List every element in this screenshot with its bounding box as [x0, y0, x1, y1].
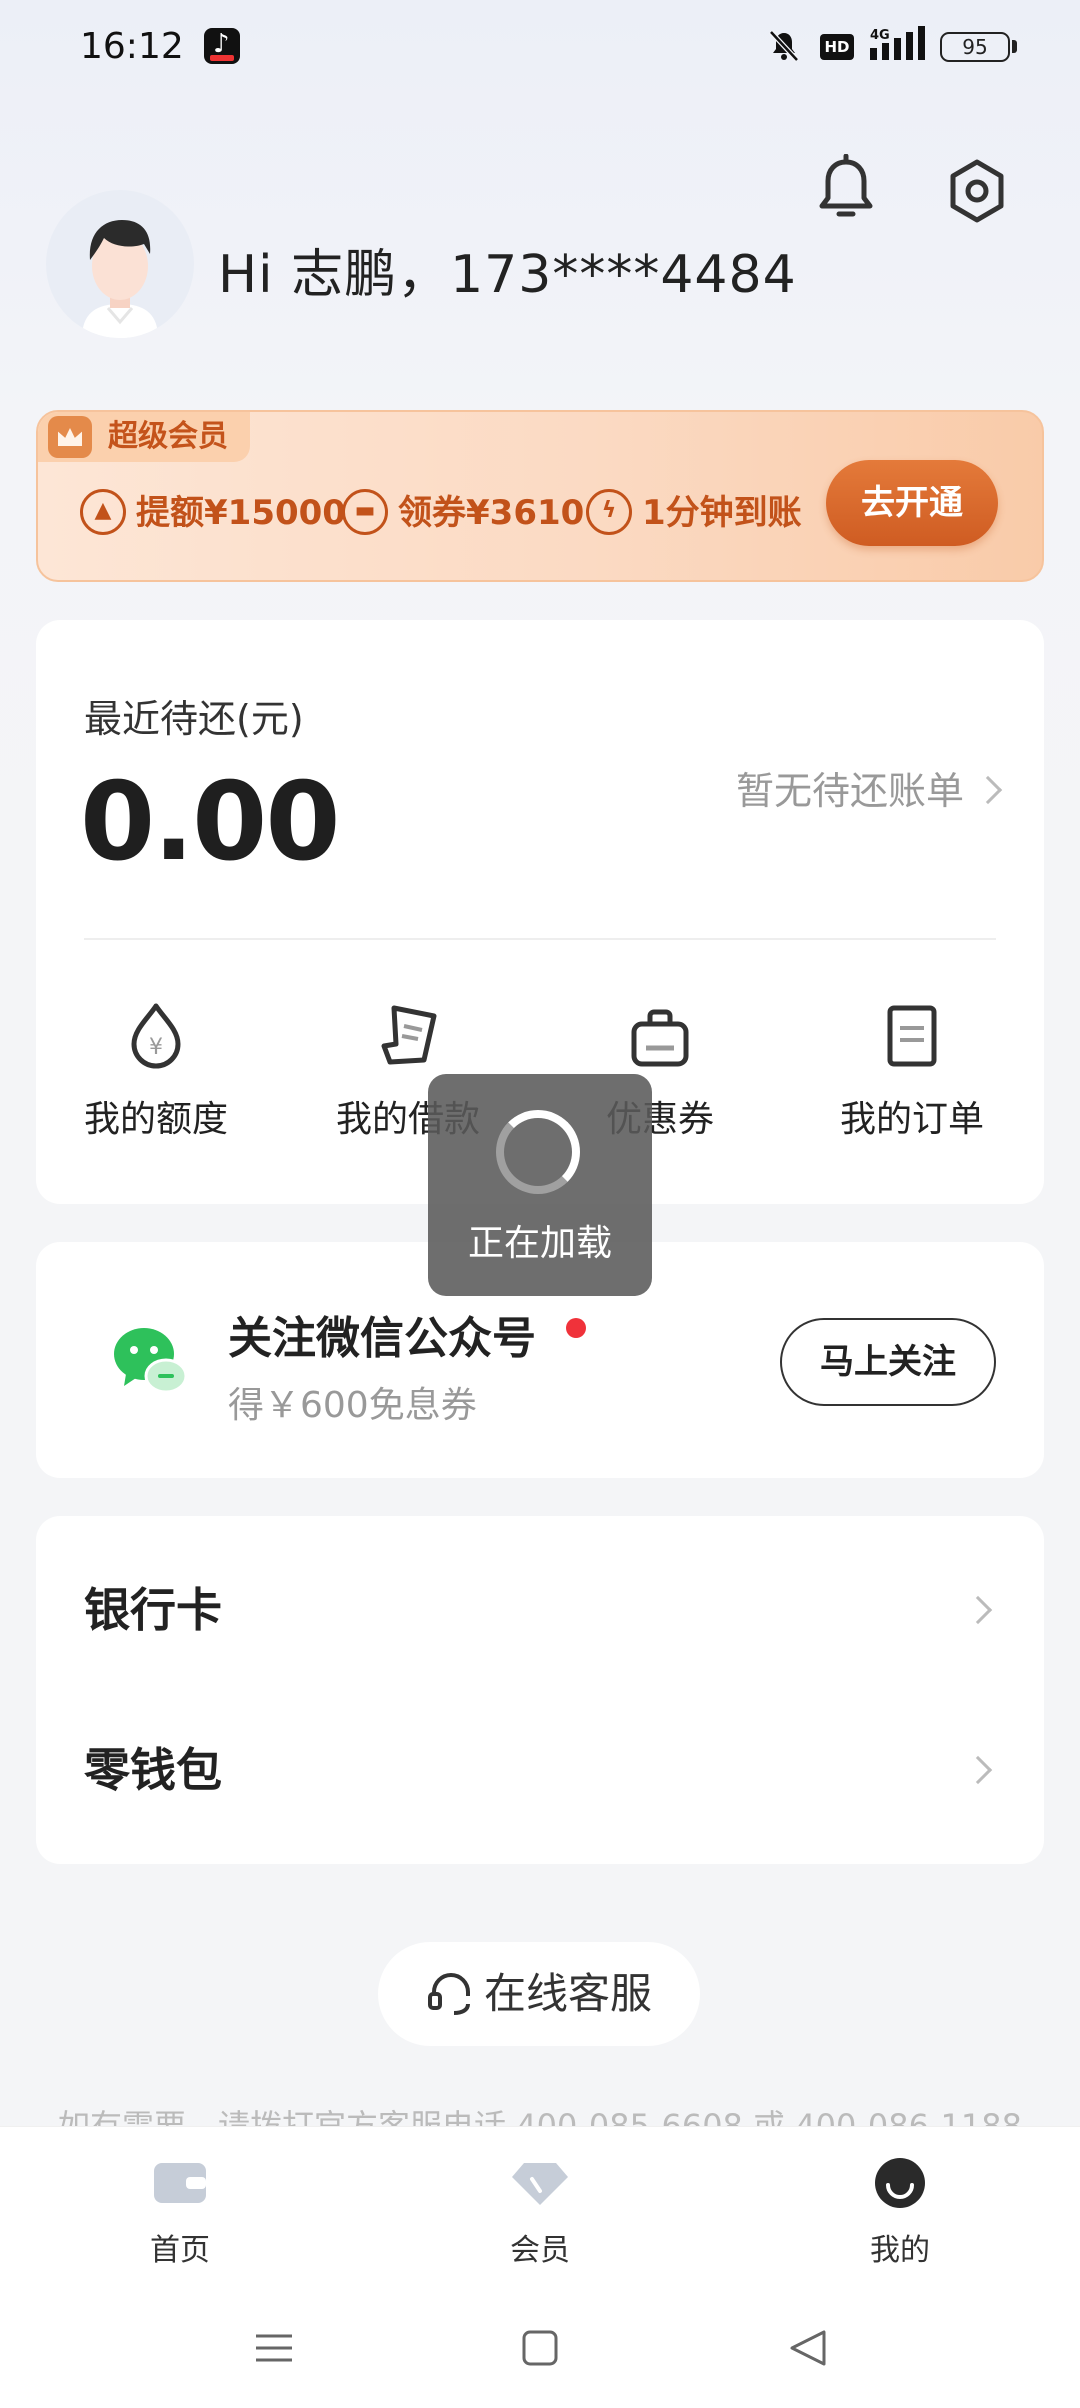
svg-text:4G: 4G — [870, 28, 890, 43]
battery-level: 95 — [962, 35, 988, 59]
spinner-icon — [496, 1110, 580, 1194]
change-wallet-row[interactable]: 零钱包 — [84, 1730, 1004, 1810]
change-wallet-label: 零钱包 — [84, 1743, 222, 1797]
chevron-right-icon — [963, 1595, 993, 1625]
avatar[interactable] — [46, 190, 194, 338]
tiktok-notification-icon — [204, 28, 240, 64]
vip-membership-banner[interactable]: 超级会员 ▲ 提额¥15000 ▬ 领券¥3610 ϟ 1分钟到账 去开通 — [36, 410, 1044, 582]
crown-icon — [48, 416, 92, 458]
diamond-icon — [512, 2163, 568, 2205]
bottom-tab-bar: 首页 会员 我的 — [0, 2126, 1080, 2286]
online-service-button[interactable]: 在线客服 — [378, 1942, 700, 2046]
home-square-icon[interactable] — [516, 2324, 564, 2372]
arrow-up-icon: ▲ — [80, 488, 126, 535]
quick-action-label: 我的额度 — [83, 1099, 228, 1140]
tab-label: 会员 — [510, 2233, 570, 2268]
unread-red-dot — [566, 1318, 586, 1338]
wechat-title: 关注微信公众号 — [228, 1313, 536, 1364]
loan-document-icon — [381, 1005, 437, 1065]
perk-credit-increase: ▲ 提额¥15000 — [80, 488, 346, 538]
online-service-label: 在线客服 — [483, 1969, 652, 2018]
perk-label: 1分钟到账 — [642, 493, 802, 533]
chevron-right-icon — [963, 1755, 993, 1785]
wallet-home-icon — [154, 2163, 206, 2203]
open-vip-button[interactable]: 去开通 — [826, 460, 998, 546]
battery-tip — [1012, 40, 1017, 53]
tab-membership[interactable]: 会员 — [440, 2157, 640, 2269]
avatar-illustration-icon — [82, 220, 158, 338]
user-greeting: Hi 志鹏，173****4484 — [218, 245, 797, 305]
vip-tag: 超级会员 — [38, 412, 250, 462]
back-triangle-icon[interactable] — [784, 2324, 832, 2372]
tab-label: 首页 — [150, 2233, 210, 2268]
tab-label: 我的 — [870, 2233, 930, 2268]
battery-indicator: 95 — [940, 32, 1010, 62]
quick-action-orders[interactable]: 我的订单 — [792, 1000, 1032, 1150]
bank-card-row[interactable]: 银行卡 — [84, 1570, 1004, 1650]
system-navigation-bar — [0, 2286, 1080, 2408]
hd-icon: HD — [820, 34, 854, 60]
svg-text:¥: ¥ — [149, 1035, 163, 1060]
quota-drop-icon: ¥ — [131, 1003, 181, 1069]
status-bar: 16:12 HD 4G 95 — [0, 0, 1080, 96]
perk-label: 领券¥3610 — [398, 493, 585, 533]
coupon-bag-icon — [631, 1009, 689, 1067]
signal-icon: 4G — [870, 26, 925, 60]
loading-toast: 正在加载 — [428, 1074, 652, 1296]
vip-tag-label: 超级会员 — [108, 419, 228, 454]
headset-icon — [427, 1972, 470, 2015]
quick-action-quota[interactable]: ¥ 我的额度 — [36, 1000, 276, 1150]
quick-action-label: 我的订单 — [839, 1099, 984, 1140]
loading-text: 正在加载 — [467, 1223, 612, 1264]
repay-label: 最近待还(元) — [84, 697, 304, 741]
profile-smile-icon — [875, 2158, 925, 2208]
notification-bell-icon[interactable] — [816, 154, 876, 224]
wechat-subtitle: 得￥600免息券 — [228, 1385, 477, 1426]
perk-label: 提额¥15000 — [136, 493, 346, 533]
settings-gear-icon[interactable] — [946, 158, 1008, 224]
ticket-icon: ▬ — [342, 488, 388, 535]
wechat-icon — [114, 1328, 188, 1394]
no-bill-link[interactable]: 暂无待还账单 — [736, 760, 964, 815]
chevron-right-icon[interactable] — [973, 775, 1003, 805]
wallet-card: 银行卡 零钱包 — [36, 1516, 1044, 1864]
bell-off-icon — [769, 30, 799, 62]
perk-fast-payout: ϟ 1分钟到账 — [586, 488, 802, 538]
bank-card-label: 银行卡 — [84, 1583, 222, 1637]
menu-icon[interactable] — [250, 2324, 298, 2372]
follow-now-button[interactable]: 马上关注 — [780, 1318, 996, 1406]
repay-amount: 0.00 — [80, 760, 340, 885]
status-time: 16:12 — [80, 26, 184, 67]
lightning-icon: ϟ — [586, 488, 632, 535]
perk-coupon: ▬ 领券¥3610 — [342, 488, 584, 538]
order-list-icon — [887, 1005, 937, 1067]
tab-home[interactable]: 首页 — [80, 2157, 280, 2269]
tab-mine[interactable]: 我的 — [800, 2157, 1000, 2269]
divider — [84, 938, 996, 940]
